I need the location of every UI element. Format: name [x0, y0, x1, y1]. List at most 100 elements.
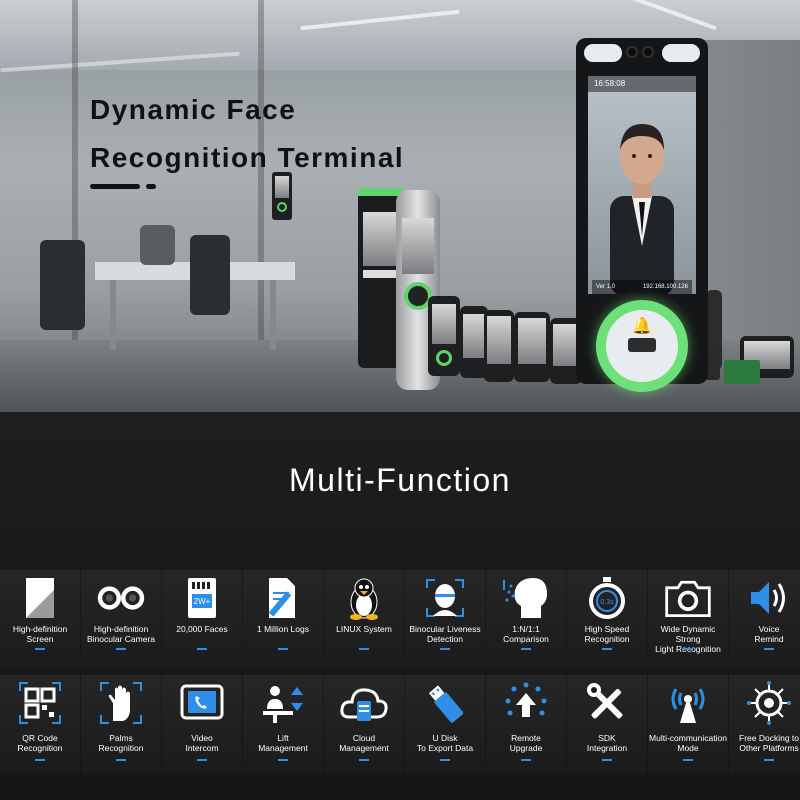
feature-label: Multi-communication Mode [649, 733, 727, 753]
feature-label: U Disk To Export Data [416, 733, 474, 753]
title-underline [90, 184, 140, 189]
feature-tile: U Disk To Export Data [405, 675, 485, 775]
feature-label: High Speed Recognition [584, 624, 630, 644]
desk-leg [110, 280, 116, 350]
feature-label: 1 Million Logs [257, 624, 309, 634]
feature-dash [440, 648, 450, 650]
head-profile-icon [501, 575, 551, 621]
feature-label: SDK Integration [586, 733, 628, 753]
feature-dash [116, 648, 126, 650]
cloud-icon [339, 680, 389, 726]
feature-tile: QR Code Recognition [0, 675, 80, 775]
hero-banner: Dynamic Face Recognition Terminal 16:58:… [0, 0, 800, 412]
feature-tile: Free Docking to Other Platforms [729, 675, 800, 775]
usb-disk-icon [420, 680, 470, 726]
screen-icon [15, 575, 65, 621]
office-chair [40, 240, 85, 330]
docking-icon [744, 680, 794, 726]
hero-title: Dynamic Face Recognition Terminal [90, 94, 405, 173]
feature-label: 1:N/1:1 Comparison [503, 624, 549, 644]
feature-tile: Video Intercom [162, 675, 242, 775]
feature-dash [116, 759, 126, 761]
device-ip: 192.168.100.126 [642, 284, 688, 290]
circuit-board [724, 360, 760, 384]
terminal-device [428, 296, 460, 376]
tools-icon [582, 680, 632, 726]
antenna-icon [663, 680, 713, 726]
feature-tile: High-definition Screen [0, 570, 80, 670]
feature-dash [764, 648, 774, 650]
office-monitor [140, 225, 175, 265]
device-screen: 16:58:08 Ver 1.0 192.168.100.126 [588, 76, 696, 294]
feature-tile: 0.3s High Speed Recognition [567, 570, 647, 670]
feature-dash [35, 648, 45, 650]
face-scan-icon [420, 575, 470, 621]
device-clock: 16:58:08 [588, 76, 696, 92]
document-pen-icon [258, 575, 308, 621]
binocular-camera-icon [96, 575, 146, 621]
card-reader-slot [628, 338, 656, 352]
memory-card-icon: 2W+ [177, 575, 227, 621]
terminal-device [484, 310, 514, 382]
feature-dash [521, 648, 531, 650]
feature-dash [197, 648, 207, 650]
office-chair [190, 235, 230, 315]
feature-label: 20,000 Faces [176, 624, 228, 634]
feature-label: LINUX System [336, 624, 392, 634]
section-title: Multi-Function [289, 462, 511, 498]
desk-leg [270, 280, 276, 350]
feature-dash [764, 759, 774, 761]
feature-label: High-definition Screen [12, 624, 68, 644]
feature-tile: Voice Remind [729, 570, 800, 670]
feature-label: Cloud Management [339, 733, 389, 753]
feature-tile: 1 Million Logs [243, 570, 323, 670]
stopwatch-icon: 0.3s [582, 575, 632, 621]
wall-mounted-terminal [272, 172, 292, 220]
feature-label: Free Docking to Other Platforms [739, 733, 799, 753]
feature-dash [440, 759, 450, 761]
video-intercom-icon [177, 680, 227, 726]
speaker-icon [744, 575, 794, 621]
feature-dash [278, 648, 288, 650]
feature-label: Lift Management [258, 733, 308, 753]
person-face [610, 124, 674, 294]
feature-tile: Remote Upgrade [486, 675, 566, 775]
feature-dash [359, 648, 369, 650]
feature-label: High-definition Binocular Camera [86, 624, 156, 644]
feature-label: Video Intercom [185, 733, 219, 753]
feature-tile: Lift Management [243, 675, 323, 775]
main-face-recognition-terminal: 16:58:08 Ver 1.0 192.168.100.126 🔔 [576, 38, 708, 392]
feature-dash [278, 759, 288, 761]
feature-tile: Palms Recognition [81, 675, 161, 775]
feature-dash [602, 759, 612, 761]
stopwatch-badge: 0.3s [600, 599, 614, 606]
camera-icon [663, 575, 713, 621]
feature-tile: Binocular Liveness Detection [405, 570, 485, 670]
feature-tile: 1:N/1:1 Comparison [486, 570, 566, 670]
terminal-device [514, 312, 550, 382]
bell-icon: 🔔 [632, 318, 652, 335]
feature-tile: 2W+ 20,000 Faces [162, 570, 242, 670]
feature-label: Palms Recognition [98, 733, 144, 753]
feature-label: QR Code Recognition [17, 733, 63, 753]
feature-label: Remote Upgrade [509, 733, 543, 753]
feature-tile: High-definition Binocular Camera [81, 570, 161, 670]
device-version: Ver 1.0 [596, 284, 616, 290]
feature-dash [683, 648, 693, 650]
feature-tile: Multi-communication Mode [648, 675, 728, 775]
feature-dash [683, 759, 693, 761]
feature-tile: Wide Dynamic Strong Light Recognition [648, 570, 728, 670]
feature-label: Binocular Liveness Detection [409, 624, 481, 644]
feature-tile: Cloud Management [324, 675, 404, 775]
device-status-bar: Ver 1.0 192.168.100.126 [592, 280, 692, 294]
linux-penguin-icon [339, 575, 389, 621]
remote-upgrade-icon [501, 680, 551, 726]
palm-icon [96, 680, 146, 726]
feature-label: Voice Remind [754, 624, 784, 644]
feature-dash [35, 759, 45, 761]
feature-dash [197, 759, 207, 761]
feature-dash [602, 648, 612, 650]
feature-dash [359, 759, 369, 761]
qr-code-icon [15, 680, 65, 726]
title-underline-dot [146, 184, 156, 189]
